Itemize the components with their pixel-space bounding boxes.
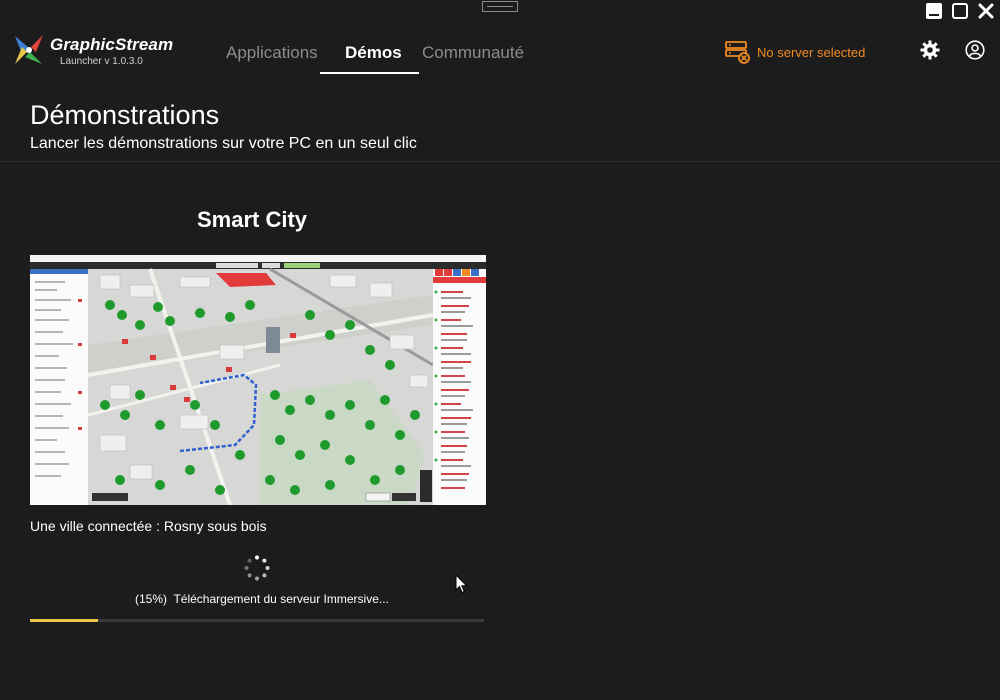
demo-title: Smart City	[196, 207, 308, 232]
user-icon	[965, 40, 985, 60]
settings-button[interactable]	[920, 40, 940, 60]
server-selector[interactable]: No server selected	[725, 40, 865, 64]
server-status-text: No server selected	[757, 44, 866, 60]
app-version: Launcher v 1.0.3.0	[60, 56, 143, 67]
gear-icon	[920, 40, 940, 60]
spinner-icon	[244, 555, 270, 581]
active-tab-indicator	[320, 72, 419, 74]
tab-demos[interactable]: Démos	[345, 43, 402, 63]
window-drag-handle[interactable]	[482, 1, 518, 12]
account-button[interactable]	[965, 40, 985, 60]
download-progress-fill	[30, 619, 99, 622]
app-logo	[12, 33, 46, 72]
tab-applications[interactable]: Applications	[226, 43, 318, 63]
cursor-arrow-icon	[455, 573, 468, 594]
smart-city-preview-image	[30, 255, 486, 505]
app-name: GraphicStream	[50, 35, 174, 54]
graphicstream-logo-icon	[15, 35, 43, 64]
header-divider	[0, 161, 1000, 162]
server-error-icon	[725, 41, 750, 64]
mouse-cursor	[455, 573, 469, 599]
maximize-button[interactable]	[950, 1, 970, 21]
page-subtitle: Lancer les démonstrations sur votre PC e…	[30, 135, 417, 152]
tab-community[interactable]: Communauté	[422, 43, 524, 63]
close-button[interactable]	[976, 1, 996, 21]
minimize-button[interactable]	[924, 1, 944, 21]
minimize-icon	[926, 3, 942, 19]
page-title: Démonstrations	[30, 100, 220, 130]
demo-description: Une ville connectée : Rosny sous bois	[30, 518, 267, 534]
demo-thumbnail[interactable]	[30, 255, 486, 505]
download-progress-bar	[30, 619, 484, 622]
maximize-icon	[952, 3, 968, 19]
download-progress-text: (15%) Téléchargement du serveur Immersiv…	[135, 592, 389, 606]
close-icon	[978, 3, 994, 19]
loading-spinner	[244, 555, 270, 586]
